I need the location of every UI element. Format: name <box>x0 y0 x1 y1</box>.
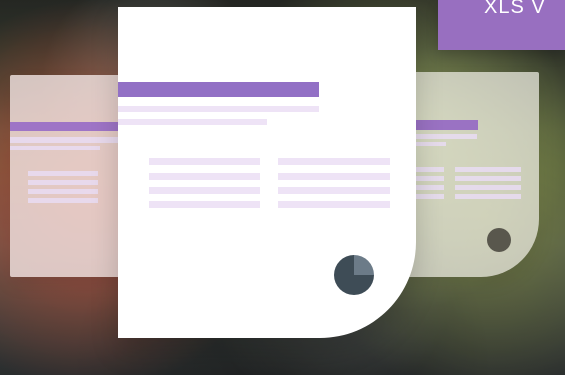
right-content-line-8 <box>455 194 521 199</box>
right-content-line-7 <box>416 194 444 199</box>
main-right-line-1 <box>278 158 390 165</box>
main-right-line-4 <box>278 201 390 208</box>
left-content-line-4 <box>28 198 98 203</box>
left-subheader-line <box>10 137 118 143</box>
left-header-bar <box>10 122 135 131</box>
right-content-line-4 <box>455 176 521 181</box>
main-left-line-3 <box>149 187 260 194</box>
left-content-line-2 <box>28 180 98 185</box>
right-content-line-1 <box>416 167 444 172</box>
top-export-button[interactable]: XLS V <box>438 0 565 50</box>
left-subheader-line-2 <box>10 146 100 150</box>
right-subheader-line-2 <box>411 142 446 146</box>
main-header-bar <box>118 82 319 97</box>
main-subheader-line <box>118 106 319 112</box>
right-content-line-5 <box>416 185 444 190</box>
left-content-line-3 <box>28 189 98 194</box>
right-subheader-line <box>411 134 477 139</box>
main-right-line-3 <box>278 187 390 194</box>
right-header-bar <box>411 120 478 130</box>
main-document-preview <box>118 7 416 338</box>
left-content-line-1 <box>28 171 98 176</box>
pie-chart-icon <box>334 255 374 295</box>
main-left-line-2 <box>149 173 260 180</box>
top-export-button-label: XLS V <box>484 0 546 18</box>
right-content-line-2 <box>455 167 521 172</box>
main-subheader-line-2 <box>118 119 267 125</box>
main-left-line-4 <box>149 201 260 208</box>
right-content-line-3 <box>416 176 444 181</box>
right-content-line-6 <box>455 185 521 190</box>
status-dot-icon <box>487 228 511 252</box>
main-left-line-1 <box>149 158 260 165</box>
right-document-preview <box>397 72 539 277</box>
main-right-line-2 <box>278 173 390 180</box>
